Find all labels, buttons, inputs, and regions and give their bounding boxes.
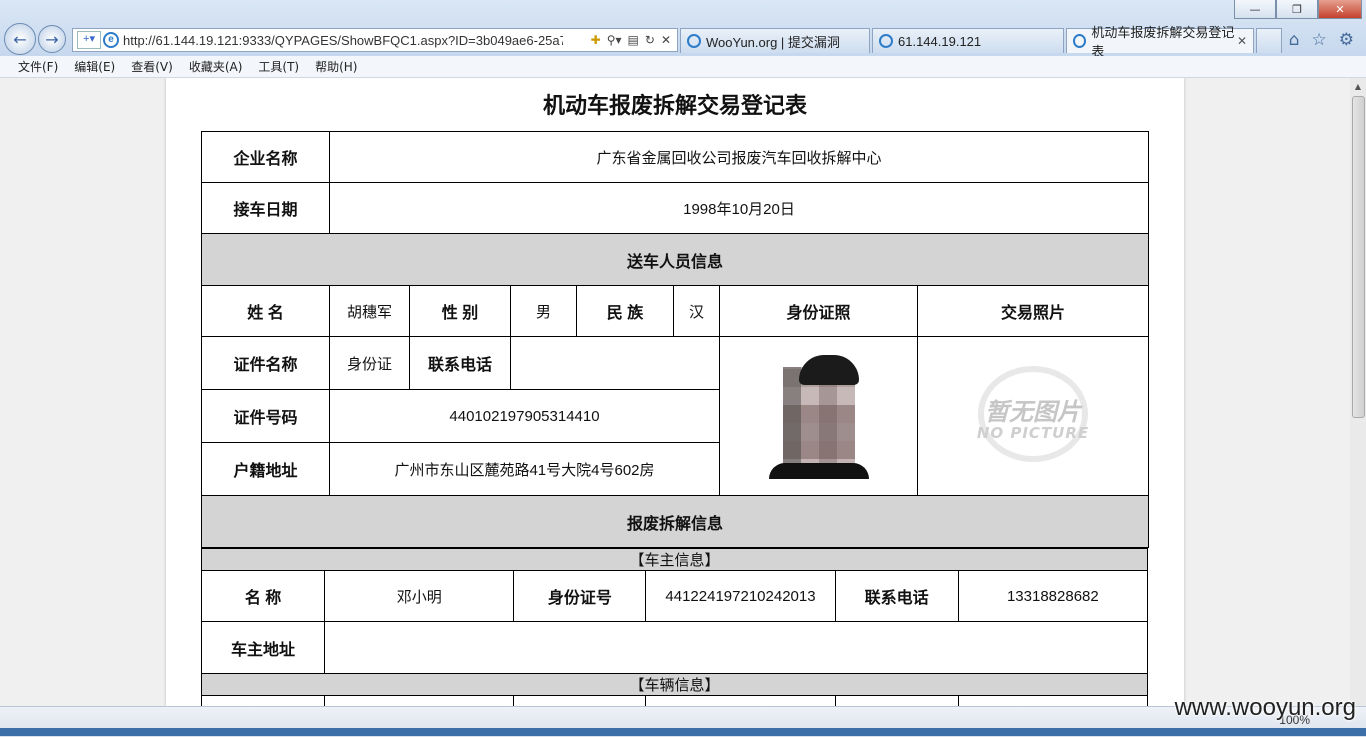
tab-label: 61.144.19.121: [898, 33, 982, 49]
maximize-icon[interactable]: ❐: [1276, 0, 1318, 19]
address-label: 户籍地址: [201, 442, 330, 496]
address-value: 广州市东山区麓苑路41号大院4号602房: [329, 442, 720, 496]
page-icon[interactable]: ▤: [628, 33, 639, 47]
owner-id-value: 441224197210242013: [645, 570, 836, 622]
sender-section-header: 送车人员信息: [201, 233, 1149, 286]
phone-label: 联系电话: [409, 336, 511, 390]
tab-label: WooYun.org | 提交漏洞: [706, 34, 840, 50]
trade-photo-label: 交易照片: [917, 285, 1149, 337]
watermark-text: www.wooyun.org: [1174, 694, 1356, 721]
address-url[interactable]: http://61.144.19.121:9333/QYPAGES/ShowBF…: [123, 33, 563, 48]
vehicle-cell: [834, 695, 959, 706]
menu-file[interactable]: 文件(F): [18, 58, 58, 75]
vehicle-cell: [645, 695, 836, 706]
menu-favorites[interactable]: 收藏夹(A): [189, 58, 243, 75]
vehicle-cell: [957, 695, 1149, 706]
vehicle-cell: [513, 695, 647, 706]
company-label: 企业名称: [201, 131, 330, 183]
phone-value: [510, 336, 720, 390]
vehicle-cell: [324, 695, 515, 706]
ie-tab-icon: [687, 34, 701, 48]
id-photo-cell: [719, 336, 918, 496]
date-value: 1998年10月20日: [329, 182, 1149, 234]
back-button[interactable]: ←: [4, 23, 36, 55]
compat-view-icon[interactable]: +▾: [77, 31, 101, 49]
registration-table: 企业名称 广东省金属回收公司报废汽车回收拆解中心 接车日期 1998年10月20…: [201, 131, 1149, 548]
settings-gear-icon[interactable]: ⚙: [1339, 30, 1354, 50]
doc-number-label: 证件号码: [201, 389, 330, 443]
scrap-section-header: 报废拆解信息: [201, 495, 1149, 548]
doc-type-label: 证件名称: [201, 336, 330, 390]
date-label: 接车日期: [201, 182, 330, 234]
menu-edit[interactable]: 编辑(E): [74, 58, 115, 75]
owner-address-value: [324, 621, 1148, 674]
gender-value: 男: [510, 285, 577, 337]
trade-photo-cell: 暂无图片 NO PICTURE: [917, 336, 1149, 496]
no-picture-cn-text: 暂无图片: [985, 398, 1081, 426]
tab-wooyun[interactable]: WooYun.org | 提交漏洞: [680, 28, 870, 53]
ethnicity-value: 汉: [673, 285, 720, 337]
refresh-icon[interactable]: ↻: [645, 33, 655, 47]
window-controls: — ❐ ✕: [1234, 0, 1362, 20]
compatibility-icon[interactable]: ✚: [591, 33, 601, 47]
doc-number-value: 440102197905314410: [329, 389, 720, 443]
owner-name-label: 名 称: [200, 570, 326, 622]
browser-titlebar: — ❐ ✕ ← → +▾ e http://61.144.19.121:9333…: [0, 0, 1366, 59]
page-title: 机动车报废拆解交易登记表: [542, 93, 807, 119]
forward-arrow-icon: →: [45, 29, 59, 49]
back-arrow-icon: ←: [13, 29, 27, 49]
ethnicity-label: 民 族: [576, 285, 674, 337]
menu-view[interactable]: 查看(V): [131, 58, 173, 75]
owner-address-label: 车主地址: [200, 621, 326, 674]
home-icon[interactable]: ⌂: [1289, 30, 1300, 50]
owner-phone-value: 13318828682: [957, 570, 1149, 622]
document-page: 机动车报废拆解交易登记表 企业名称 广东省金属回收公司报废汽车回收拆解中心 接车…: [166, 78, 1184, 706]
new-tab-button[interactable]: [1256, 28, 1282, 53]
scrollbar-thumb[interactable]: [1352, 96, 1365, 418]
owner-table: 【车主信息】 名 称 邓小明 身份证号 441224197210242013 联…: [200, 548, 1149, 706]
no-picture-placeholder: 暂无图片 NO PICTURE: [958, 366, 1108, 466]
doc-type-value: 身份证: [329, 336, 410, 390]
minimize-icon[interactable]: —: [1234, 0, 1276, 19]
vehicle-subsection-header: 【车辆信息】: [201, 673, 1148, 696]
close-tab-icon[interactable]: ✕: [1237, 34, 1247, 48]
favorites-star-icon[interactable]: ☆: [1312, 30, 1327, 50]
ie-tab-icon: [879, 34, 893, 48]
stop-icon[interactable]: ✕: [661, 33, 671, 47]
forward-button[interactable]: →: [38, 25, 66, 53]
search-icon[interactable]: ⚲▾: [607, 33, 622, 47]
name-value: 胡穗军: [329, 285, 410, 337]
address-bar[interactable]: +▾ e http://61.144.19.121:9333/QYPAGES/S…: [72, 28, 678, 52]
owner-subsection-header: 【车主信息】: [201, 548, 1148, 571]
tab-registration-form[interactable]: 机动车报废拆解交易登记表 ✕: [1066, 25, 1254, 59]
close-window-icon[interactable]: ✕: [1318, 0, 1362, 19]
page-viewport: 机动车报废拆解交易登记表 企业名称 广东省金属回收公司报废汽车回收拆解中心 接车…: [0, 78, 1350, 706]
ie-tab-icon: [1073, 34, 1087, 48]
vertical-scrollbar[interactable]: ▲: [1350, 78, 1366, 706]
owner-id-label: 身份证号: [513, 570, 647, 622]
ie-page-icon: e: [103, 32, 119, 48]
gender-label: 性 别: [409, 285, 511, 337]
scroll-up-icon[interactable]: ▲: [1353, 82, 1363, 92]
name-label: 姓 名: [201, 285, 330, 337]
owner-phone-label: 联系电话: [834, 570, 959, 622]
id-photo-image: [768, 353, 869, 479]
tab-ip[interactable]: 61.144.19.121: [872, 28, 1064, 53]
vehicle-cell: [200, 695, 326, 706]
taskbar: [0, 728, 1366, 736]
menu-bar: 文件(F) 编辑(E) 查看(V) 收藏夹(A) 工具(T) 帮助(H): [0, 56, 1366, 78]
menu-tools[interactable]: 工具(T): [258, 58, 299, 75]
id-photo-label: 身份证照: [719, 285, 918, 337]
owner-name-value: 邓小明: [324, 570, 515, 622]
no-picture-en-text: NO PICTURE: [976, 424, 1090, 442]
menu-help[interactable]: 帮助(H): [315, 58, 357, 75]
company-value: 广东省金属回收公司报废汽车回收拆解中心: [329, 131, 1149, 183]
tab-label: 机动车报废拆解交易登记表: [1091, 25, 1235, 59]
